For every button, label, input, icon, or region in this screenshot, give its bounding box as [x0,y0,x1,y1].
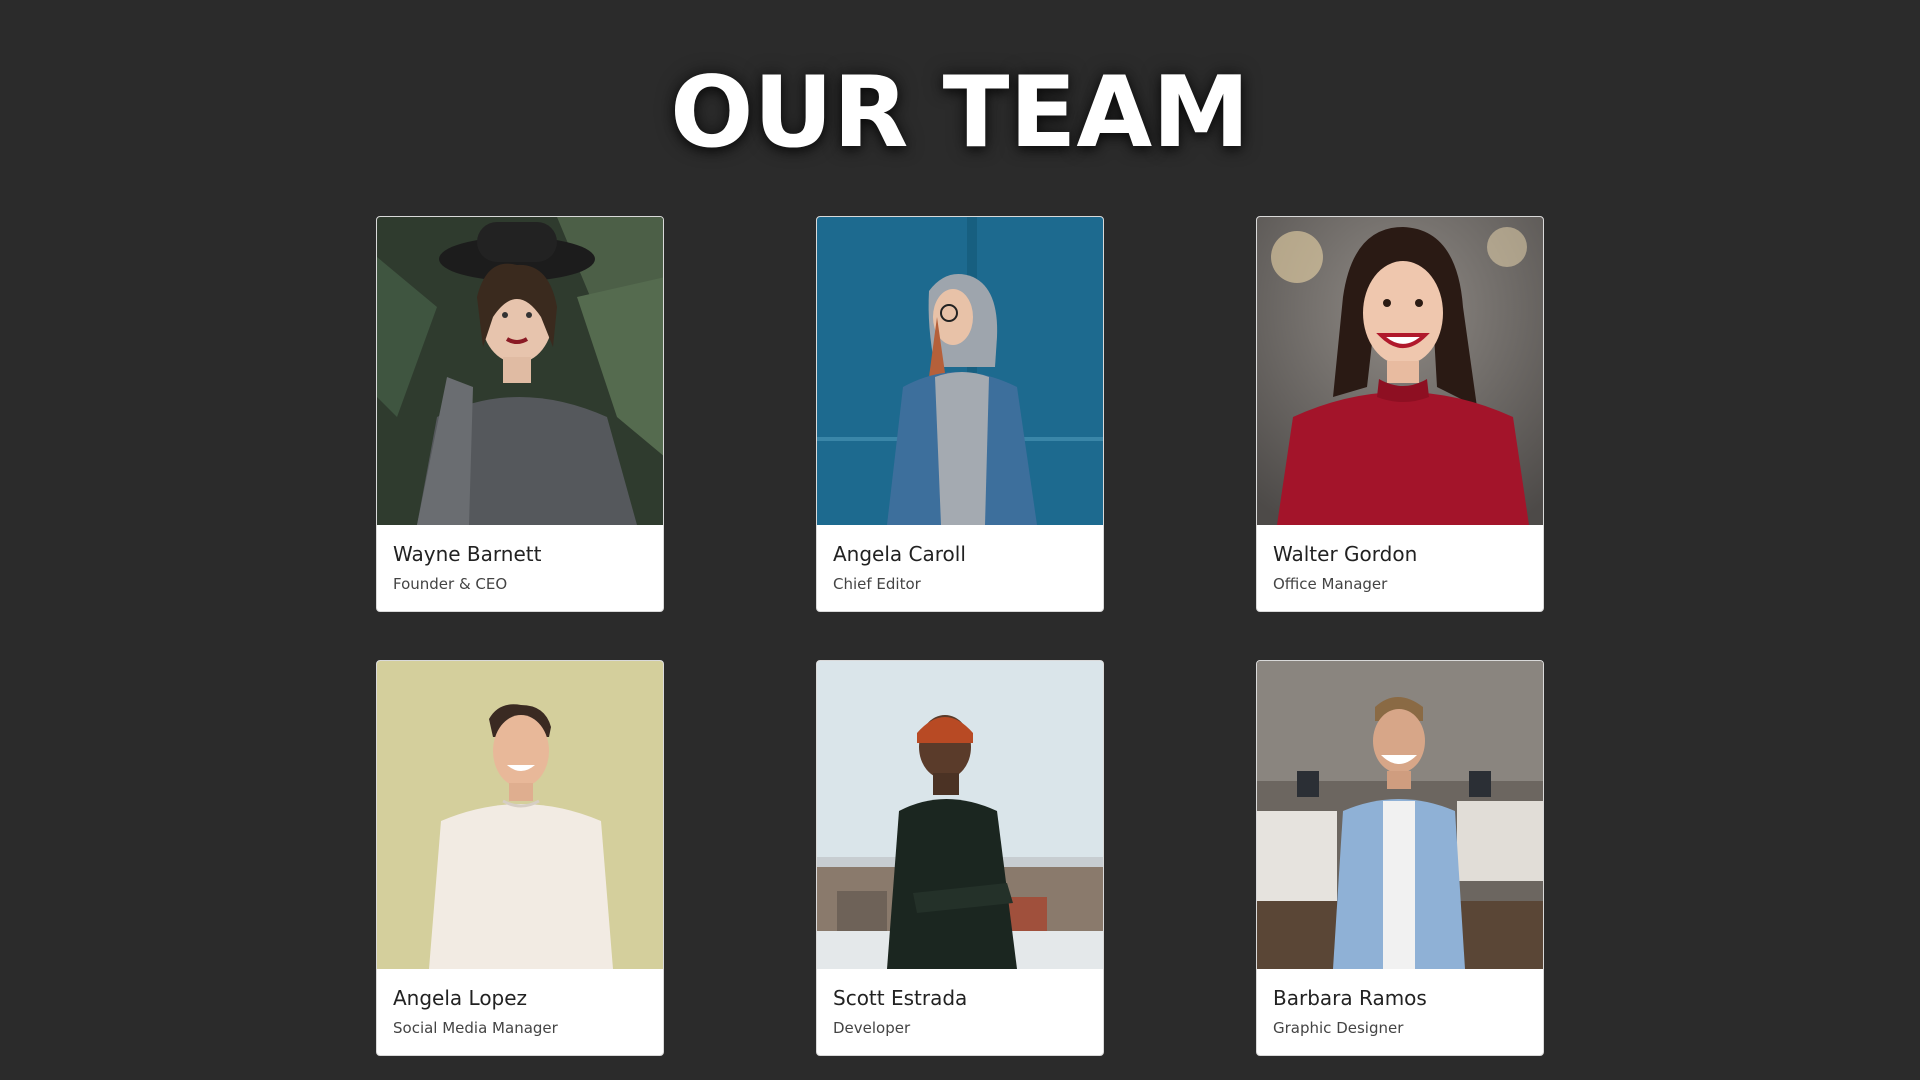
member-photo [1257,217,1543,525]
member-photo [817,661,1103,969]
team-card[interactable]: Barbara Ramos Graphic Designer [1256,660,1544,1056]
member-info: Walter Gordon Office Manager [1257,525,1543,594]
member-role: Social Media Manager [393,1019,558,1037]
member-photo [817,217,1103,525]
team-card[interactable]: Walter Gordon Office Manager [1256,216,1544,612]
team-grid: Wayne Barnett Founder & CEO Angela Carol… [376,216,1544,1056]
member-role: Founder & CEO [393,575,508,593]
team-card[interactable]: Wayne Barnett Founder & CEO [376,216,664,612]
member-info: Barbara Ramos Graphic Designer [1257,969,1543,1038]
member-name: Scott Estrada [833,986,968,1010]
member-role: Graphic Designer [1273,1019,1404,1037]
member-name: Walter Gordon [1273,542,1418,566]
team-card[interactable]: Angela Lopez Social Media Manager [376,660,664,1056]
member-role: Chief Editor [833,575,921,593]
member-photo [1257,661,1543,969]
member-photo [377,217,663,525]
member-name: Angela Caroll [833,542,966,566]
member-info: Scott Estrada Developer [817,969,1103,1038]
member-role: Developer [833,1019,911,1037]
member-name: Wayne Barnett [393,542,542,566]
member-photo [377,661,663,969]
member-info: Angela Caroll Chief Editor [817,525,1103,594]
team-page: OUR TEAM Wayne Barnett Founder & CEO Ang… [0,0,1920,1080]
member-role: Office Manager [1273,575,1388,593]
member-name: Barbara Ramos [1273,986,1427,1010]
team-card[interactable]: Angela Caroll Chief Editor [816,216,1104,612]
member-name: Angela Lopez [393,986,528,1010]
page-title: OUR TEAM [670,56,1250,170]
team-card[interactable]: Scott Estrada Developer [816,660,1104,1056]
member-info: Wayne Barnett Founder & CEO [377,525,663,594]
member-info: Angela Lopez Social Media Manager [377,969,663,1038]
